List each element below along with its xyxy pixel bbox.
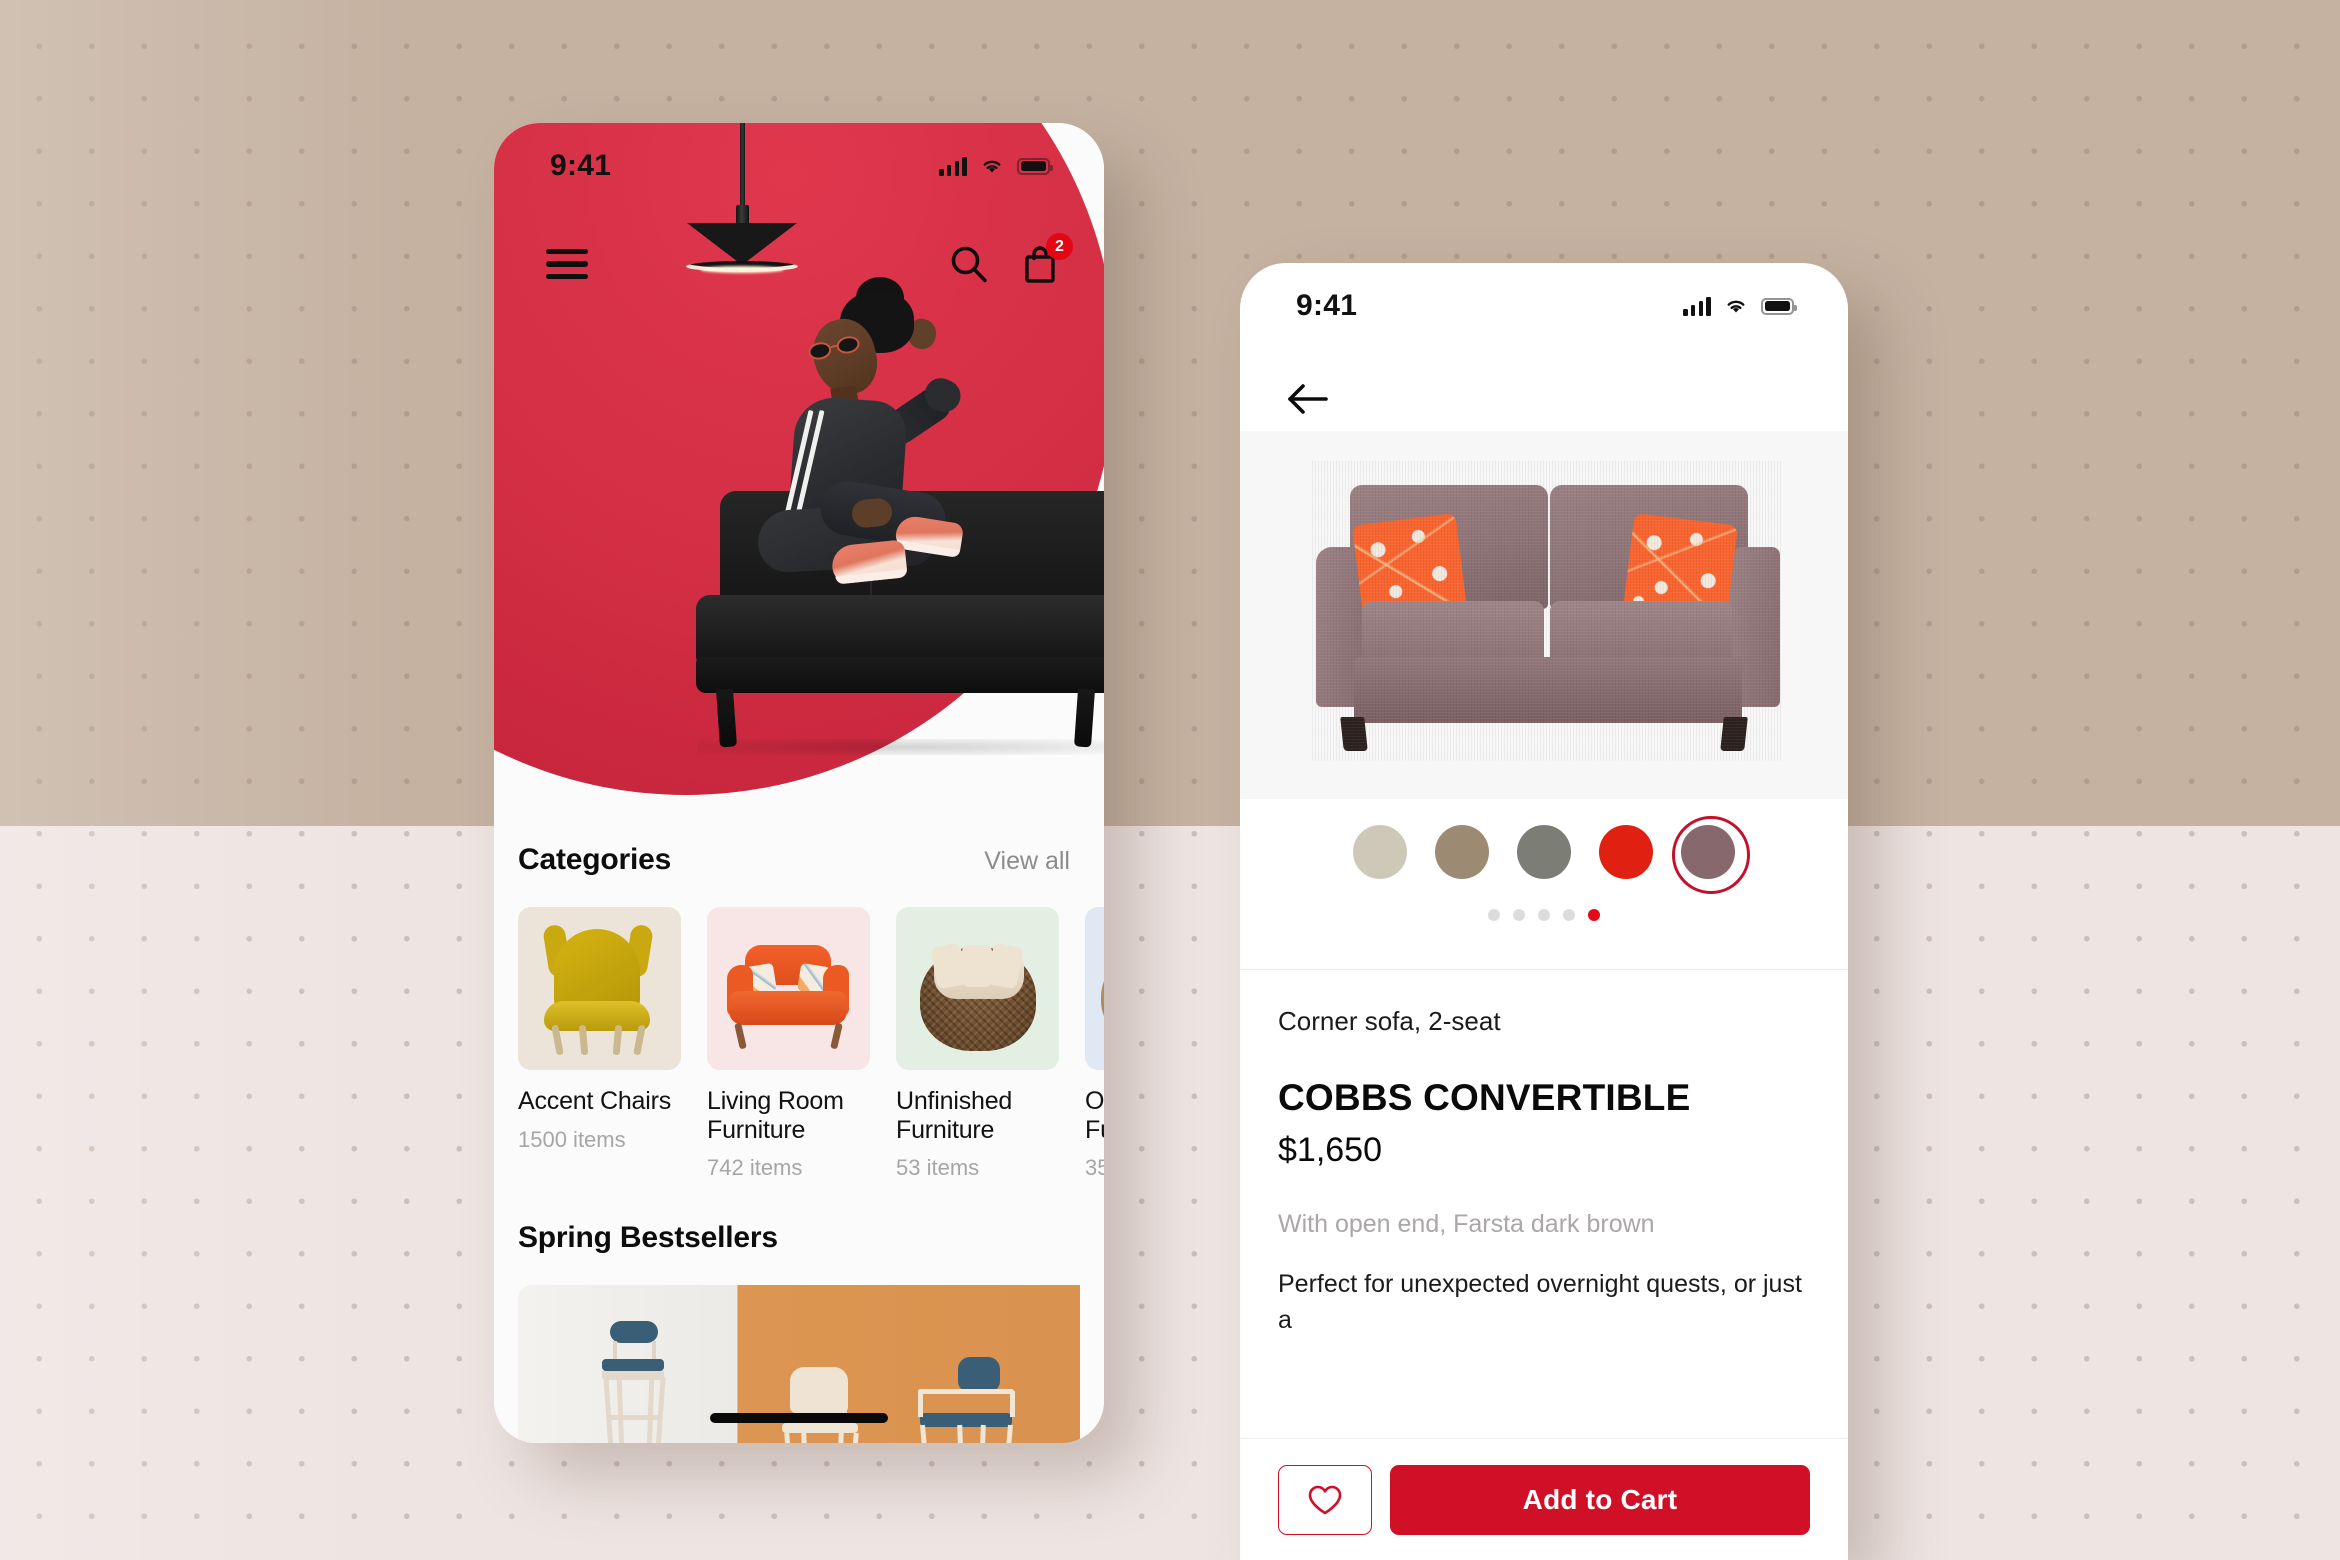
category-card-office-furniture[interactable]: Office Furniture 35 items	[1085, 907, 1104, 1181]
category-thumbnail	[518, 907, 681, 1070]
category-card-living-room-furniture[interactable]: Living Room Furniture 742 items	[707, 907, 870, 1181]
category-thumbnail	[707, 907, 870, 1070]
product-title: COBBS CONVERTIBLE	[1278, 1077, 1691, 1118]
favorite-button[interactable]	[1278, 1464, 1372, 1535]
background-dot-pattern	[0, 0, 2340, 1560]
arrow-left-icon	[1288, 384, 1328, 414]
home-app-header: 2	[494, 209, 1104, 319]
battery-icon	[1017, 157, 1053, 175]
product-info: Corner sofa, 2-seat COBBS CONVERTIBLE $1…	[1240, 970, 1848, 1338]
header-actions: 2	[948, 233, 1073, 285]
color-swatch-tan[interactable]	[1435, 825, 1489, 879]
cart-button[interactable]: 2	[1020, 233, 1073, 285]
product-variant-label: With open end, Farsta dark brown	[1278, 1210, 1655, 1238]
variant-picker	[1240, 799, 1848, 969]
heart-icon	[1308, 1485, 1342, 1514]
loveseat-illustration	[1312, 461, 1782, 761]
carousel-pagination	[1240, 909, 1848, 921]
category-count: 53 items	[896, 1155, 980, 1180]
status-indicators	[1683, 296, 1797, 316]
cellular-bars-icon	[1683, 296, 1711, 316]
categories-scroller[interactable]: Accent Chairs 1500 items Living Room Fur…	[494, 907, 1104, 1181]
home-status-bar: 9:41	[494, 123, 1104, 209]
wifi-icon	[983, 160, 1001, 173]
category-count: 1500 items	[518, 1126, 626, 1152]
status-time: 9:41	[550, 149, 612, 182]
battery-icon	[1761, 297, 1797, 315]
carousel-dot-5-active[interactable]	[1588, 909, 1600, 921]
carousel-dot-3[interactable]	[1538, 909, 1550, 921]
status-time: 9:41	[1296, 289, 1358, 322]
search-button[interactable]	[948, 243, 990, 285]
search-icon	[951, 246, 987, 283]
cart-badge-count: 2	[1046, 233, 1073, 260]
bestsellers-title: Spring Bestsellers	[518, 1221, 778, 1254]
color-swatch-mauve-selected[interactable]	[1672, 816, 1750, 894]
carousel-dot-2[interactable]	[1513, 909, 1525, 921]
color-swatch-row	[1240, 799, 1848, 894]
bestsellers-section-header: Spring Bestsellers	[494, 1221, 1104, 1255]
category-name: Accent Chairs	[518, 1087, 672, 1115]
detail-action-bar: Add to Cart	[1240, 1438, 1848, 1560]
product-subtitle: Corner sofa, 2-seat	[1278, 1006, 1501, 1036]
hero-model-illustration	[728, 277, 978, 621]
categories-view-all-link[interactable]: View all	[984, 847, 1070, 876]
home-content: Categories View all Accent Chairs 1500 i…	[494, 803, 1104, 1443]
product-description: Perfect for unexpected overnight quests,…	[1278, 1270, 1802, 1334]
categories-section-header: Categories View all	[494, 843, 1104, 877]
product-price: $1,650	[1278, 1131, 1382, 1169]
back-button[interactable]	[1286, 379, 1332, 419]
home-indicator-bar[interactable]	[710, 1413, 888, 1423]
color-swatch-beige[interactable]	[1353, 825, 1407, 879]
category-card-unfinished-furniture[interactable]: Unfinished Furniture 53 items	[896, 907, 1059, 1181]
cellular-bars-icon	[939, 156, 967, 176]
category-card-accent-chairs[interactable]: Accent Chairs 1500 items	[518, 907, 681, 1181]
page-background	[0, 0, 2340, 1560]
color-swatch-gray[interactable]	[1517, 825, 1571, 879]
detail-status-bar: 9:41	[1240, 263, 1848, 349]
wifi-icon	[1727, 300, 1745, 313]
category-name: Office Furniture	[1085, 1087, 1104, 1144]
carousel-dot-4[interactable]	[1563, 909, 1575, 921]
color-swatch-red[interactable]	[1599, 825, 1653, 879]
category-name: Unfinished Furniture	[896, 1087, 1013, 1144]
category-thumbnail	[896, 907, 1059, 1070]
product-image-stage[interactable]	[1240, 431, 1848, 799]
orange-loveseat-icon	[707, 907, 870, 1070]
detail-nav-bar	[1240, 349, 1848, 449]
category-count: 742 items	[707, 1155, 803, 1180]
yellow-wing-chair-icon	[518, 907, 681, 1070]
category-count: 35 items	[1085, 1155, 1104, 1180]
category-name: Living Room Furniture	[707, 1087, 844, 1144]
add-to-cart-button[interactable]: Add to Cart	[1390, 1464, 1810, 1535]
product-detail-phone: 9:41 Corner sofa, 2-seat COBBS CONVERTIB…	[1240, 263, 1848, 1560]
hamburger-menu-icon[interactable]	[546, 249, 588, 279]
categories-title: Categories	[518, 843, 672, 876]
carousel-dot-1[interactable]	[1488, 909, 1500, 921]
wicker-pod-chair-icon	[896, 907, 1059, 1070]
status-indicators	[939, 156, 1053, 176]
rattan-office-chair-icon	[1085, 907, 1104, 1070]
home-screen-phone: 9:41 2 Categories View all Accent Chairs…	[494, 123, 1104, 1443]
category-thumbnail	[1085, 907, 1104, 1070]
